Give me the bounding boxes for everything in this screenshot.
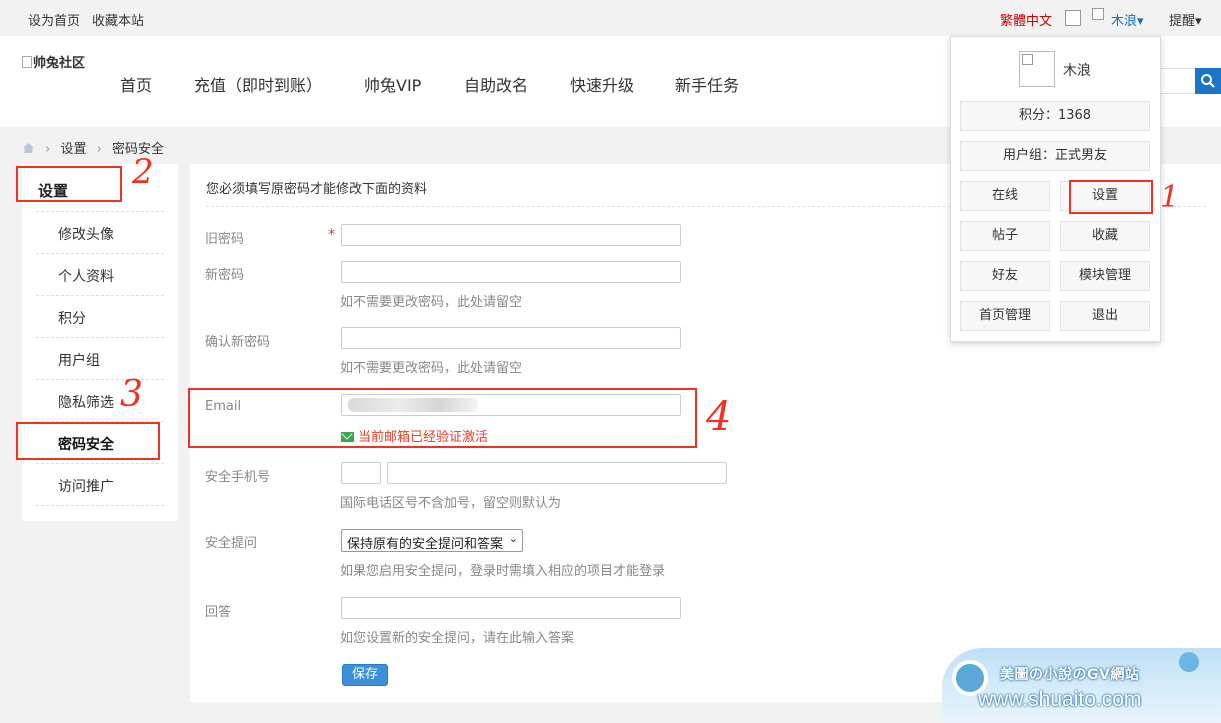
- nav-vip[interactable]: 帅兔VIP: [364, 72, 421, 96]
- breadcrumb-settings[interactable]: 设置: [60, 142, 86, 157]
- confirm-password-label: 确认新密码: [205, 335, 271, 350]
- security-question-select[interactable]: 保持原有的安全提问和答案 ⌄: [341, 529, 523, 552]
- posts-button[interactable]: 帖子: [960, 221, 1050, 251]
- annotation-number-2: 2: [132, 152, 154, 192]
- confirm-password-input[interactable]: [341, 327, 681, 349]
- usergroup-display[interactable]: 用户组：正式男友: [960, 141, 1150, 171]
- site-watermark: 美圖の小說のGV網站 www.shuaito.com: [942, 648, 1221, 723]
- annotation-box-email: [188, 388, 697, 448]
- confirm-password-hint: 如不需要更改密码，此处请留空: [340, 361, 523, 376]
- divider: [36, 295, 164, 296]
- remind-menu-link[interactable]: 提醒▾: [1169, 10, 1202, 29]
- answer-label: 回答: [205, 605, 232, 620]
- sidebar-item-promotion[interactable]: 访问推广: [58, 476, 114, 496]
- search-input[interactable]: [1160, 68, 1196, 94]
- security-question-hint: 如果您启用安全提问，登录时需填入相应的项目才能登录: [340, 564, 666, 579]
- broken-image-icon: [1065, 10, 1081, 26]
- sidebar-item-usergroup[interactable]: 用户组: [58, 350, 100, 370]
- required-mark: *: [328, 227, 335, 243]
- annotation-number-1: 1: [1160, 180, 1180, 215]
- sidebar-item-credits[interactable]: 积分: [58, 308, 86, 328]
- annotation-box-sidebar-title: [16, 166, 122, 202]
- divider: [36, 463, 164, 464]
- divider: [36, 505, 164, 506]
- logo-alt-text: 帅兔社区: [33, 56, 86, 71]
- new-password-hint: 如不需要更改密码，此处请留空: [340, 295, 523, 310]
- dropdown-username: 木浪: [1063, 63, 1091, 79]
- friends-button[interactable]: 好友: [960, 261, 1050, 291]
- new-password-label: 新密码: [205, 268, 245, 283]
- nav-newbie-tasks[interactable]: 新手任务: [675, 72, 739, 96]
- form-note: 您必须填写原密码才能修改下面的资料: [206, 182, 428, 197]
- breadcrumb-separator: ›: [96, 142, 102, 157]
- old-password-input[interactable]: [341, 224, 681, 246]
- nav-home[interactable]: 首页: [120, 72, 152, 96]
- divider: [36, 211, 164, 212]
- favorites-button[interactable]: 收藏: [1060, 221, 1150, 251]
- homepage-manage-button[interactable]: 首页管理: [960, 301, 1050, 331]
- phone-hint: 国际电话区号不含加号，留空则默认为: [340, 496, 562, 511]
- nav-upgrade[interactable]: 快速升级: [570, 72, 634, 96]
- language-switch-link[interactable]: 繁體中文: [1000, 10, 1052, 29]
- site-logo[interactable]: 帅兔社区: [22, 52, 85, 71]
- user-menu-link[interactable]: 木浪▾: [1111, 10, 1144, 29]
- annotation-box-password-security: [16, 422, 160, 460]
- breadcrumb-separator: ›: [45, 142, 51, 157]
- sidebar-item-privacy[interactable]: 隐私筛选: [58, 392, 114, 412]
- watermark-url: www.shuaito.com: [978, 688, 1142, 711]
- answer-input[interactable]: [341, 597, 681, 619]
- security-question-label: 安全提问: [205, 536, 258, 551]
- top-bar: 设为首页 收藏本站 繁體中文 木浪▾ 提醒▾: [0, 0, 1221, 36]
- search-button[interactable]: [1195, 68, 1221, 94]
- watermark-title: 美圖の小說のGV網站: [1000, 667, 1140, 683]
- annotation-number-4: 4: [706, 394, 732, 440]
- new-password-input[interactable]: [341, 261, 681, 283]
- annotation-box-settings: [1069, 180, 1153, 214]
- online-button[interactable]: 在线: [960, 181, 1050, 211]
- divider: [36, 253, 164, 254]
- settings-sidebar: 设置 修改头像 个人资料 积分 用户组 隐私筛选 密码安全 访问推广: [22, 164, 178, 521]
- sidebar-item-avatar[interactable]: 修改头像: [58, 224, 114, 244]
- broken-image-icon: [22, 56, 32, 68]
- answer-hint: 如您设置新的安全提问，请在此输入答案: [340, 631, 575, 646]
- home-icon[interactable]: [22, 142, 35, 154]
- old-password-label: 旧密码: [205, 232, 245, 247]
- phone-label: 安全手机号: [205, 470, 271, 485]
- phone-number-input[interactable]: [387, 462, 727, 484]
- user-avatar-icon[interactable]: [1092, 8, 1104, 20]
- credits-display[interactable]: 积分：1368: [960, 101, 1150, 131]
- nav-recharge[interactable]: 充值（即时到账）: [194, 72, 322, 96]
- module-manage-button[interactable]: 模块管理: [1060, 261, 1150, 291]
- security-question-value: 保持原有的安全提问和答案: [347, 536, 504, 551]
- search-icon: [1201, 74, 1215, 88]
- sidebar-item-profile[interactable]: 个人资料: [58, 266, 114, 286]
- chevron-down-icon: ⌄: [508, 533, 518, 545]
- annotation-number-3: 3: [120, 374, 143, 415]
- watermark-circle-shape: [1179, 652, 1199, 672]
- bookmark-link[interactable]: 收藏本站: [92, 10, 144, 29]
- nav-rename[interactable]: 自助改名: [464, 72, 528, 96]
- set-home-link[interactable]: 设为首页: [28, 10, 80, 29]
- divider: [36, 337, 164, 338]
- avatar[interactable]: [1019, 51, 1055, 87]
- divider: [36, 379, 164, 380]
- logout-button[interactable]: 退出: [1060, 301, 1150, 331]
- phone-country-code-input[interactable]: [341, 462, 381, 484]
- save-button[interactable]: 保存: [342, 664, 388, 686]
